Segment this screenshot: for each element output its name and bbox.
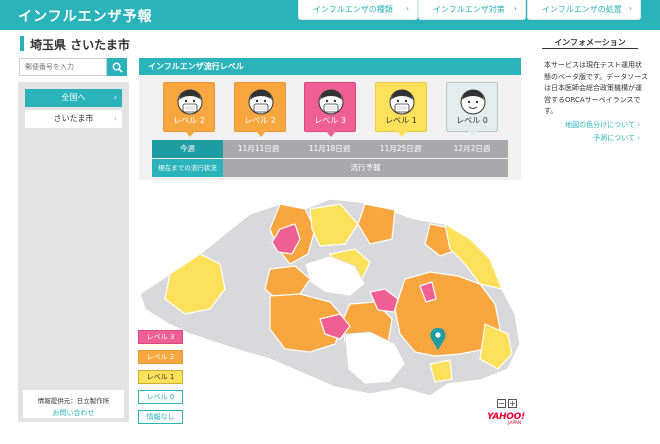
level-card-week-3[interactable]: レベル 3: [304, 82, 356, 137]
map-color-info-link[interactable]: 地図の色分けについて ›: [565, 120, 640, 130]
current-status-label: 現在までの流行状況: [152, 159, 223, 177]
chevron-right-icon: ›: [637, 121, 640, 129]
epidemic-level-panel: インフルエンザ流行レベル レベル 2 レベル 2 レベル 3 レベル 1 レベル…: [139, 58, 521, 180]
week-tab-this-week[interactable]: 今週: [152, 140, 223, 158]
postal-code-input[interactable]: [19, 58, 107, 76]
search-button[interactable]: [107, 58, 127, 76]
card-pointer: [468, 131, 478, 137]
level-card-week-2[interactable]: レベル 2: [234, 82, 286, 137]
legend-level1[interactable]: レベル 1: [138, 370, 183, 384]
nav-influenza-treatment[interactable]: インフルエンザの処置 ›: [527, 0, 641, 20]
forecast-label: 流行予報: [223, 159, 508, 177]
info-title: インフォメーション: [554, 38, 626, 47]
masked-face-icon: [389, 89, 415, 115]
zoom-in-button[interactable]: +: [508, 399, 517, 408]
region-sidebar: 全国へ ‹ さいたま市 ‹ 情報提供元：日立製作所 お問い合わせ: [18, 82, 129, 422]
level-card-label: レベル 3: [314, 116, 346, 125]
nav-influenza-types[interactable]: インフルエンザの種類 ›: [298, 0, 418, 20]
masked-face-icon: [248, 89, 274, 115]
info-column: インフォメーション 本サービスは現在テスト運用状態のベータ版です。データソースは…: [528, 30, 660, 444]
masked-face-icon: [318, 89, 344, 115]
card-pointer: [397, 131, 407, 137]
level-card-label: レベル 2: [244, 116, 276, 125]
legend-level3[interactable]: レベル 3: [138, 330, 183, 344]
card-pointer: [256, 131, 266, 137]
app-title: インフルエンザ予報: [18, 9, 153, 25]
provider-label: 情報提供元：日立製作所: [37, 397, 110, 405]
city-label: さいたま市: [53, 114, 94, 123]
contact-link[interactable]: お問い合わせ: [23, 408, 124, 418]
level-card-label: レベル 0: [456, 116, 488, 125]
location-title: 埼玉県 さいたま市: [30, 38, 130, 52]
link-label: 予測について: [593, 134, 635, 142]
week-tab-nov-18[interactable]: 11月18日週: [294, 140, 365, 158]
yahoo-logo-sub: JAPAN: [508, 421, 522, 426]
chevron-right-icon: ›: [513, 4, 517, 13]
legend-level2[interactable]: レベル 2: [138, 350, 183, 364]
card-pointer: [185, 131, 195, 137]
chevron-right-icon: ›: [405, 4, 409, 13]
level-card-week-4[interactable]: レベル 1: [375, 82, 427, 137]
legend-level0[interactable]: レベル 0: [138, 390, 183, 404]
legend-nodata[interactable]: 情報なし: [138, 410, 183, 424]
week-tab-nov-11[interactable]: 11月11日週: [223, 140, 294, 158]
level-card-label: レベル 2: [173, 116, 205, 125]
location-accent-bar: [20, 36, 24, 51]
week-tab-dec-2[interactable]: 12月2日週: [436, 140, 508, 158]
nav-label: インフルエンザの処置: [542, 5, 622, 14]
nav-label: インフルエンザ対策: [433, 5, 505, 14]
chevron-right-icon: ›: [628, 4, 632, 13]
forecast-info-link[interactable]: 予測について ›: [593, 133, 640, 143]
link-label: 地図の色分けについて: [565, 121, 635, 129]
chevron-left-icon: ‹: [113, 93, 117, 102]
info-text: 本サービスは現在テスト運用状態のベータ版です。データソースは日本医師会総合政策機…: [544, 61, 648, 115]
provider-box: 情報提供元：日立製作所 お問い合わせ: [23, 390, 124, 418]
city-item-saitama[interactable]: さいたま市 ‹: [25, 110, 122, 128]
nationwide-label: 全国へ: [61, 93, 86, 102]
level-card-label: レベル 1: [385, 116, 417, 125]
level-panel-title: インフルエンザ流行レベル: [139, 58, 521, 75]
chevron-left-icon: ‹: [113, 114, 117, 123]
face-icon: [460, 89, 486, 115]
week-tab-nov-25[interactable]: 11月25日週: [365, 140, 436, 158]
info-title-underline: [542, 48, 638, 49]
level-card-week-5[interactable]: レベル 0: [446, 82, 498, 137]
card-pointer: [326, 131, 336, 137]
choropleth-map[interactable]: [130, 184, 528, 428]
search-icon: [112, 62, 123, 73]
level-card-this-week[interactable]: レベル 2: [163, 82, 215, 137]
chevron-right-icon: ›: [637, 134, 640, 142]
nav-influenza-measures[interactable]: インフルエンザ対策 ›: [418, 0, 526, 20]
zoom-out-button[interactable]: −: [497, 399, 506, 408]
masked-face-icon: [177, 89, 203, 115]
nationwide-button[interactable]: 全国へ ‹: [25, 89, 122, 107]
nav-label: インフルエンザの種類: [313, 5, 393, 14]
